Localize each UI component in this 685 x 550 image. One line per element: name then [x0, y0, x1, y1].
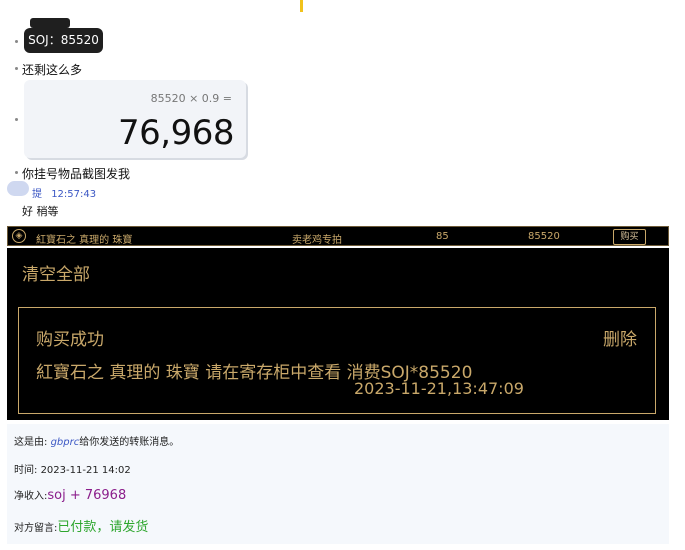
bullet-dot [15, 171, 18, 174]
calc-result: 76,968 [118, 113, 234, 153]
listing-price: 85520 [528, 231, 560, 242]
delete-button[interactable]: 删除 [603, 325, 637, 350]
income-value: soj + 76968 [47, 488, 127, 503]
from-prefix: 这是由: [14, 437, 48, 448]
cursor-marker [300, 0, 303, 12]
remark-label: 对方留言: [14, 523, 58, 534]
avatar[interactable] [7, 181, 29, 196]
listing-level: 85 [436, 231, 449, 242]
bullet-dot [15, 67, 18, 70]
transfer-notification: 这是由: gbprc给你发送的转账消息。 时间: 2023-11-21 14:0… [7, 424, 669, 544]
listing-item-name: 紅寶石之 真理的 珠寶 [36, 235, 133, 246]
calculator-card: 85520 × 0.9 = 76,968 [24, 80, 246, 158]
message-ok: 好 稍等 [22, 205, 59, 218]
bullet-dot [15, 118, 18, 121]
bullet-dot [15, 40, 18, 43]
notify-from-line: 这是由: gbprc给你发送的转账消息。 [14, 433, 179, 448]
dialog-title: 购买成功 [36, 330, 104, 350]
clear-all-button[interactable]: 清空全部 [22, 260, 90, 285]
previous-bubble-fragment [30, 18, 70, 28]
notify-remark-line: 对方留言:已付款，请发货 [14, 516, 148, 535]
from-user-link[interactable]: gbprc [51, 437, 80, 448]
notify-time-line: 时间: 2023-11-21 14:02 [14, 461, 131, 476]
notify-income-line: 净收入:soj + 76968 [14, 487, 126, 503]
time-value: 2023-11-21 14:02 [40, 465, 131, 476]
soj-bubble: SOJ：85520 [24, 28, 103, 53]
listing-bar: ◈ 紅寶石之 真理的 珠寶 卖老鸡专拍 85 85520 购买 [7, 226, 669, 246]
remark-value: 已付款，请发货 [57, 520, 149, 535]
sender-name: 提 [32, 189, 42, 200]
time-label: 时间: [14, 465, 38, 476]
message-screenshot-request: 你挂号物品截图发我 [22, 167, 131, 181]
purchase-success-dialog: 购买成功 删除 紅寶石之 真理的 珠寶 请在寄存柜中查看 消费SOJ*85520… [18, 307, 656, 414]
sender-info: 提 12:57:43 [32, 185, 96, 200]
item-gem-icon: ◈ [12, 229, 26, 243]
listing-seller: 卖老鸡专拍 [292, 235, 342, 246]
message-remaining: 还剩这么多 [22, 63, 83, 77]
income-label: 净收入: [14, 491, 48, 502]
game-panel: 清空全部 购买成功 删除 紅寶石之 真理的 珠寶 请在寄存柜中查看 消费SOJ*… [7, 248, 669, 420]
calc-expression: 85520 × 0.9 = [150, 92, 232, 105]
buy-button[interactable]: 购买 [613, 229, 646, 245]
from-suffix: 给你发送的转账消息。 [79, 437, 180, 448]
sender-time: 12:57:43 [51, 189, 97, 200]
dialog-timestamp: 2023-11-21,13:47:09 [354, 379, 524, 398]
